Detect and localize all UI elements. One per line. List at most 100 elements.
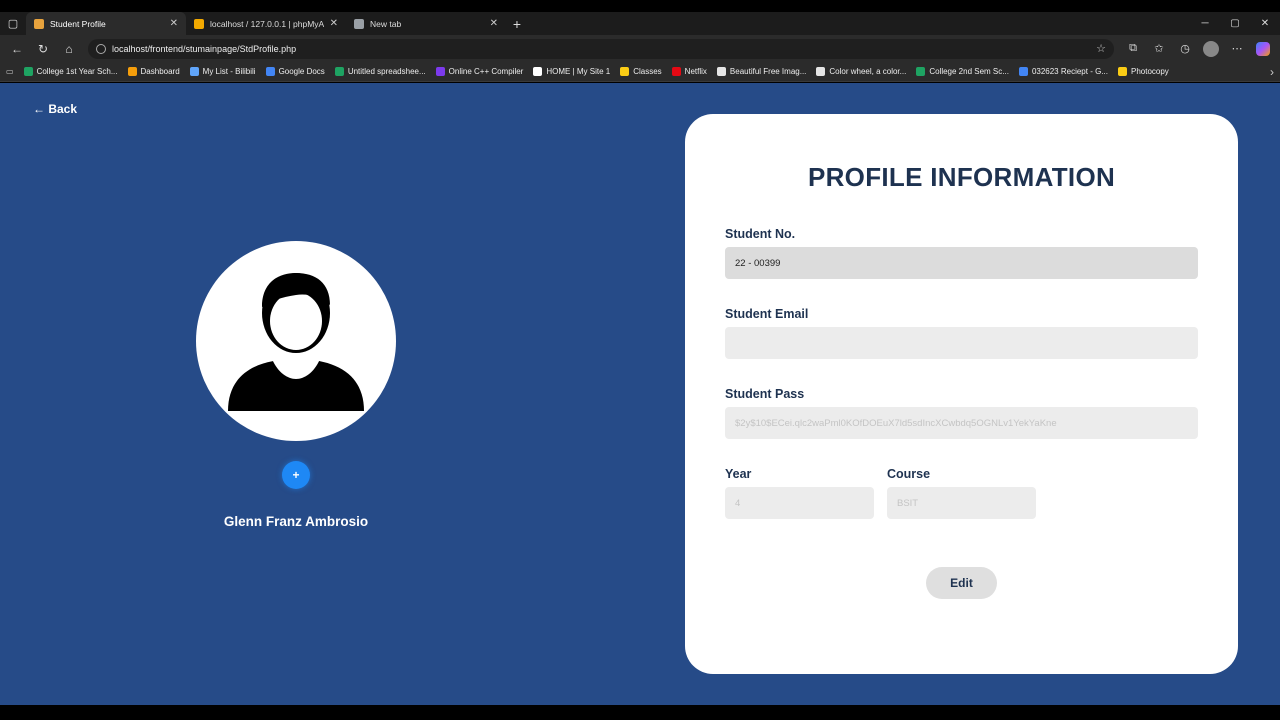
page-content: ← Back + Glenn Franz Ambrosio PROFILE IN… <box>0 83 1280 705</box>
bookmark-favicon-icon <box>716 67 726 76</box>
close-window-icon[interactable]: ✕ <box>1250 12 1280 35</box>
bookmark-item[interactable]: Color wheel, a color... <box>816 67 906 76</box>
tab-favicon-icon <box>34 18 44 29</box>
minimize-icon[interactable]: ─ <box>1190 12 1220 35</box>
add-photo-button[interactable]: + <box>282 461 310 489</box>
url-text[interactable]: localhost/frontend/stumainpage/StdProfil… <box>112 44 1090 54</box>
browser-toolbar: ← ↻ ⌂ localhost/frontend/stumainpage/Std… <box>0 35 1280 62</box>
bookmark-item[interactable]: My List - Bilibili <box>189 67 256 76</box>
bookmark-label: Color wheel, a color... <box>829 67 907 76</box>
favorite-star-icon[interactable]: ☆ <box>1096 42 1106 55</box>
year-label: Year <box>725 467 752 481</box>
student-pass-field[interactable]: $2y$10$ECei.qlc2waPml0KOfDOEuX7ld5sdIncX… <box>725 407 1198 439</box>
tab-title: New tab <box>370 18 402 29</box>
bookmarks-bar: ▭ College 1st Year Sch... Dashboard My Lis… <box>0 62 1280 82</box>
refresh-icon[interactable]: ↻ <box>32 38 54 60</box>
bookmark-item[interactable]: HOME | My Site 1 <box>533 67 610 76</box>
tab-favicon-icon <box>194 18 204 29</box>
bookmark-label: Beautiful Free Imag... <box>729 67 807 76</box>
bookmark-label: My List - Bilibili <box>202 67 256 76</box>
bookmark-label: Online C++ Compiler <box>448 67 524 76</box>
bookmark-item[interactable]: College 2nd Sem Sc... <box>916 67 1009 76</box>
bottom-edge <box>0 705 1280 720</box>
bookmark-label: Dashboard <box>140 67 180 76</box>
course-field[interactable]: BSIT <box>887 487 1036 519</box>
bookmark-item[interactable]: Beautiful Free Imag... <box>716 67 807 76</box>
tab-student-profile[interactable]: Student Profile ✕ <box>26 12 186 35</box>
bookmark-item[interactable]: College 1st Year Sch... <box>23 67 118 76</box>
bookmarks-menu-icon[interactable]: ▭ <box>6 67 14 76</box>
tab-new-tab[interactable]: New tab ✕ <box>346 12 506 35</box>
tab-close-icon[interactable]: ✕ <box>490 18 498 29</box>
page-title: PROFILE INFORMATION <box>807 162 1116 192</box>
bookmark-item[interactable]: Dashboard <box>127 67 180 76</box>
bookmark-favicon-icon <box>265 67 275 76</box>
browser-window: ▢ Student Profile ✕ localhost / 127.0.0.… <box>0 0 1280 720</box>
user-silhouette-icon <box>228 273 364 411</box>
student-pass-label: Student Pass <box>725 387 805 401</box>
back-arrow-icon[interactable]: ← <box>6 38 28 60</box>
favorites-icon[interactable]: ✩ <box>1148 38 1170 60</box>
back-link[interactable]: ← Back <box>33 102 77 116</box>
profile-avatar-image <box>196 241 396 441</box>
window-controls: ─ ▢ ✕ <box>1190 12 1280 35</box>
tab-title: localhost / 127.0.0.1 | phpMyAdmin <box>210 18 324 29</box>
bookmark-favicon-icon <box>334 67 344 76</box>
bookmark-favicon-icon <box>23 67 33 76</box>
chevron-right-icon[interactable]: › <box>1270 65 1274 79</box>
tab-close-icon[interactable]: ✕ <box>330 18 338 29</box>
bookmark-label: 032623 Reciept - G... <box>1031 67 1108 76</box>
history-icon[interactable]: ◷ <box>1174 38 1196 60</box>
bookmark-favicon-icon <box>816 67 826 76</box>
extensions-icon[interactable]: ⧉ <box>1122 38 1144 60</box>
student-no-field[interactable]: 22 - 00399 <box>725 247 1198 279</box>
bookmark-label: Netflix <box>684 67 707 76</box>
bookmark-favicon-icon <box>1018 67 1028 76</box>
profile-avatar[interactable] <box>1200 38 1222 60</box>
tab-favicon-icon <box>354 18 364 29</box>
home-icon[interactable]: ⌂ <box>58 38 80 60</box>
course-label: Course <box>887 467 931 481</box>
bookmark-label: Classes <box>633 67 662 76</box>
student-name: Glenn Franz Ambrosio <box>223 514 369 529</box>
bookmark-label: College 2nd Sem Sc... <box>929 67 1009 76</box>
tab-strip: ▢ Student Profile ✕ localhost / 127.0.0.… <box>0 12 1280 35</box>
bookmark-label: Google Docs <box>278 67 325 76</box>
more-menu-icon[interactable]: ⋯ <box>1226 38 1248 60</box>
year-field[interactable]: 4 <box>725 487 874 519</box>
bookmark-label: Photocopy <box>1130 67 1169 76</box>
tab-phpmyadmin[interactable]: localhost / 127.0.0.1 | phpMyAdmin ✕ <box>186 12 346 35</box>
bookmark-item[interactable]: Netflix <box>671 67 707 76</box>
edit-button[interactable]: Edit <box>926 567 997 599</box>
bookmark-favicon-icon <box>435 67 445 76</box>
bookmark-favicon-icon <box>533 67 543 76</box>
bookmarks-list: College 1st Year Sch... Dashboard My List … <box>23 67 1169 76</box>
maximize-icon[interactable]: ▢ <box>1220 12 1250 35</box>
bookmark-item[interactable]: Classes <box>620 67 662 76</box>
profile-card: PROFILE INFORMATION Student No. 22 - 003… <box>685 114 1238 674</box>
bookmark-label: Untitled spreadshee... <box>347 67 426 76</box>
bookmark-favicon-icon <box>671 67 681 76</box>
student-email-field[interactable] <box>725 327 1198 359</box>
bookmark-item[interactable]: Online C++ Compiler <box>435 67 524 76</box>
bookmark-favicon-icon <box>1117 67 1127 76</box>
address-bar[interactable]: localhost/frontend/stumainpage/StdProfil… <box>88 38 1114 59</box>
site-info-icon[interactable] <box>96 43 106 54</box>
tab-actions-icon[interactable]: ▢ <box>0 12 26 35</box>
student-no-label: Student No. <box>725 227 796 241</box>
tab-close-icon[interactable]: ✕ <box>170 18 178 29</box>
bookmark-favicon-icon <box>916 67 926 76</box>
bookmark-item[interactable]: 032623 Reciept - G... <box>1018 67 1108 76</box>
bookmark-favicon-icon <box>189 67 199 76</box>
copilot-icon[interactable] <box>1252 38 1274 60</box>
bookmark-favicon-icon <box>620 67 630 76</box>
tab-title: Student Profile <box>50 18 106 29</box>
bookmark-favicon-icon <box>127 67 137 76</box>
bookmark-label: College 1st Year Sch... <box>36 67 118 76</box>
bookmark-item[interactable]: Google Docs <box>265 67 325 76</box>
student-email-label: Student Email <box>725 307 809 321</box>
bookmark-label: HOME | My Site 1 <box>546 67 611 76</box>
new-tab-icon[interactable]: + <box>506 12 528 35</box>
bookmark-item[interactable]: Photocopy <box>1117 67 1169 76</box>
bookmark-item[interactable]: Untitled spreadshee... <box>334 67 426 76</box>
